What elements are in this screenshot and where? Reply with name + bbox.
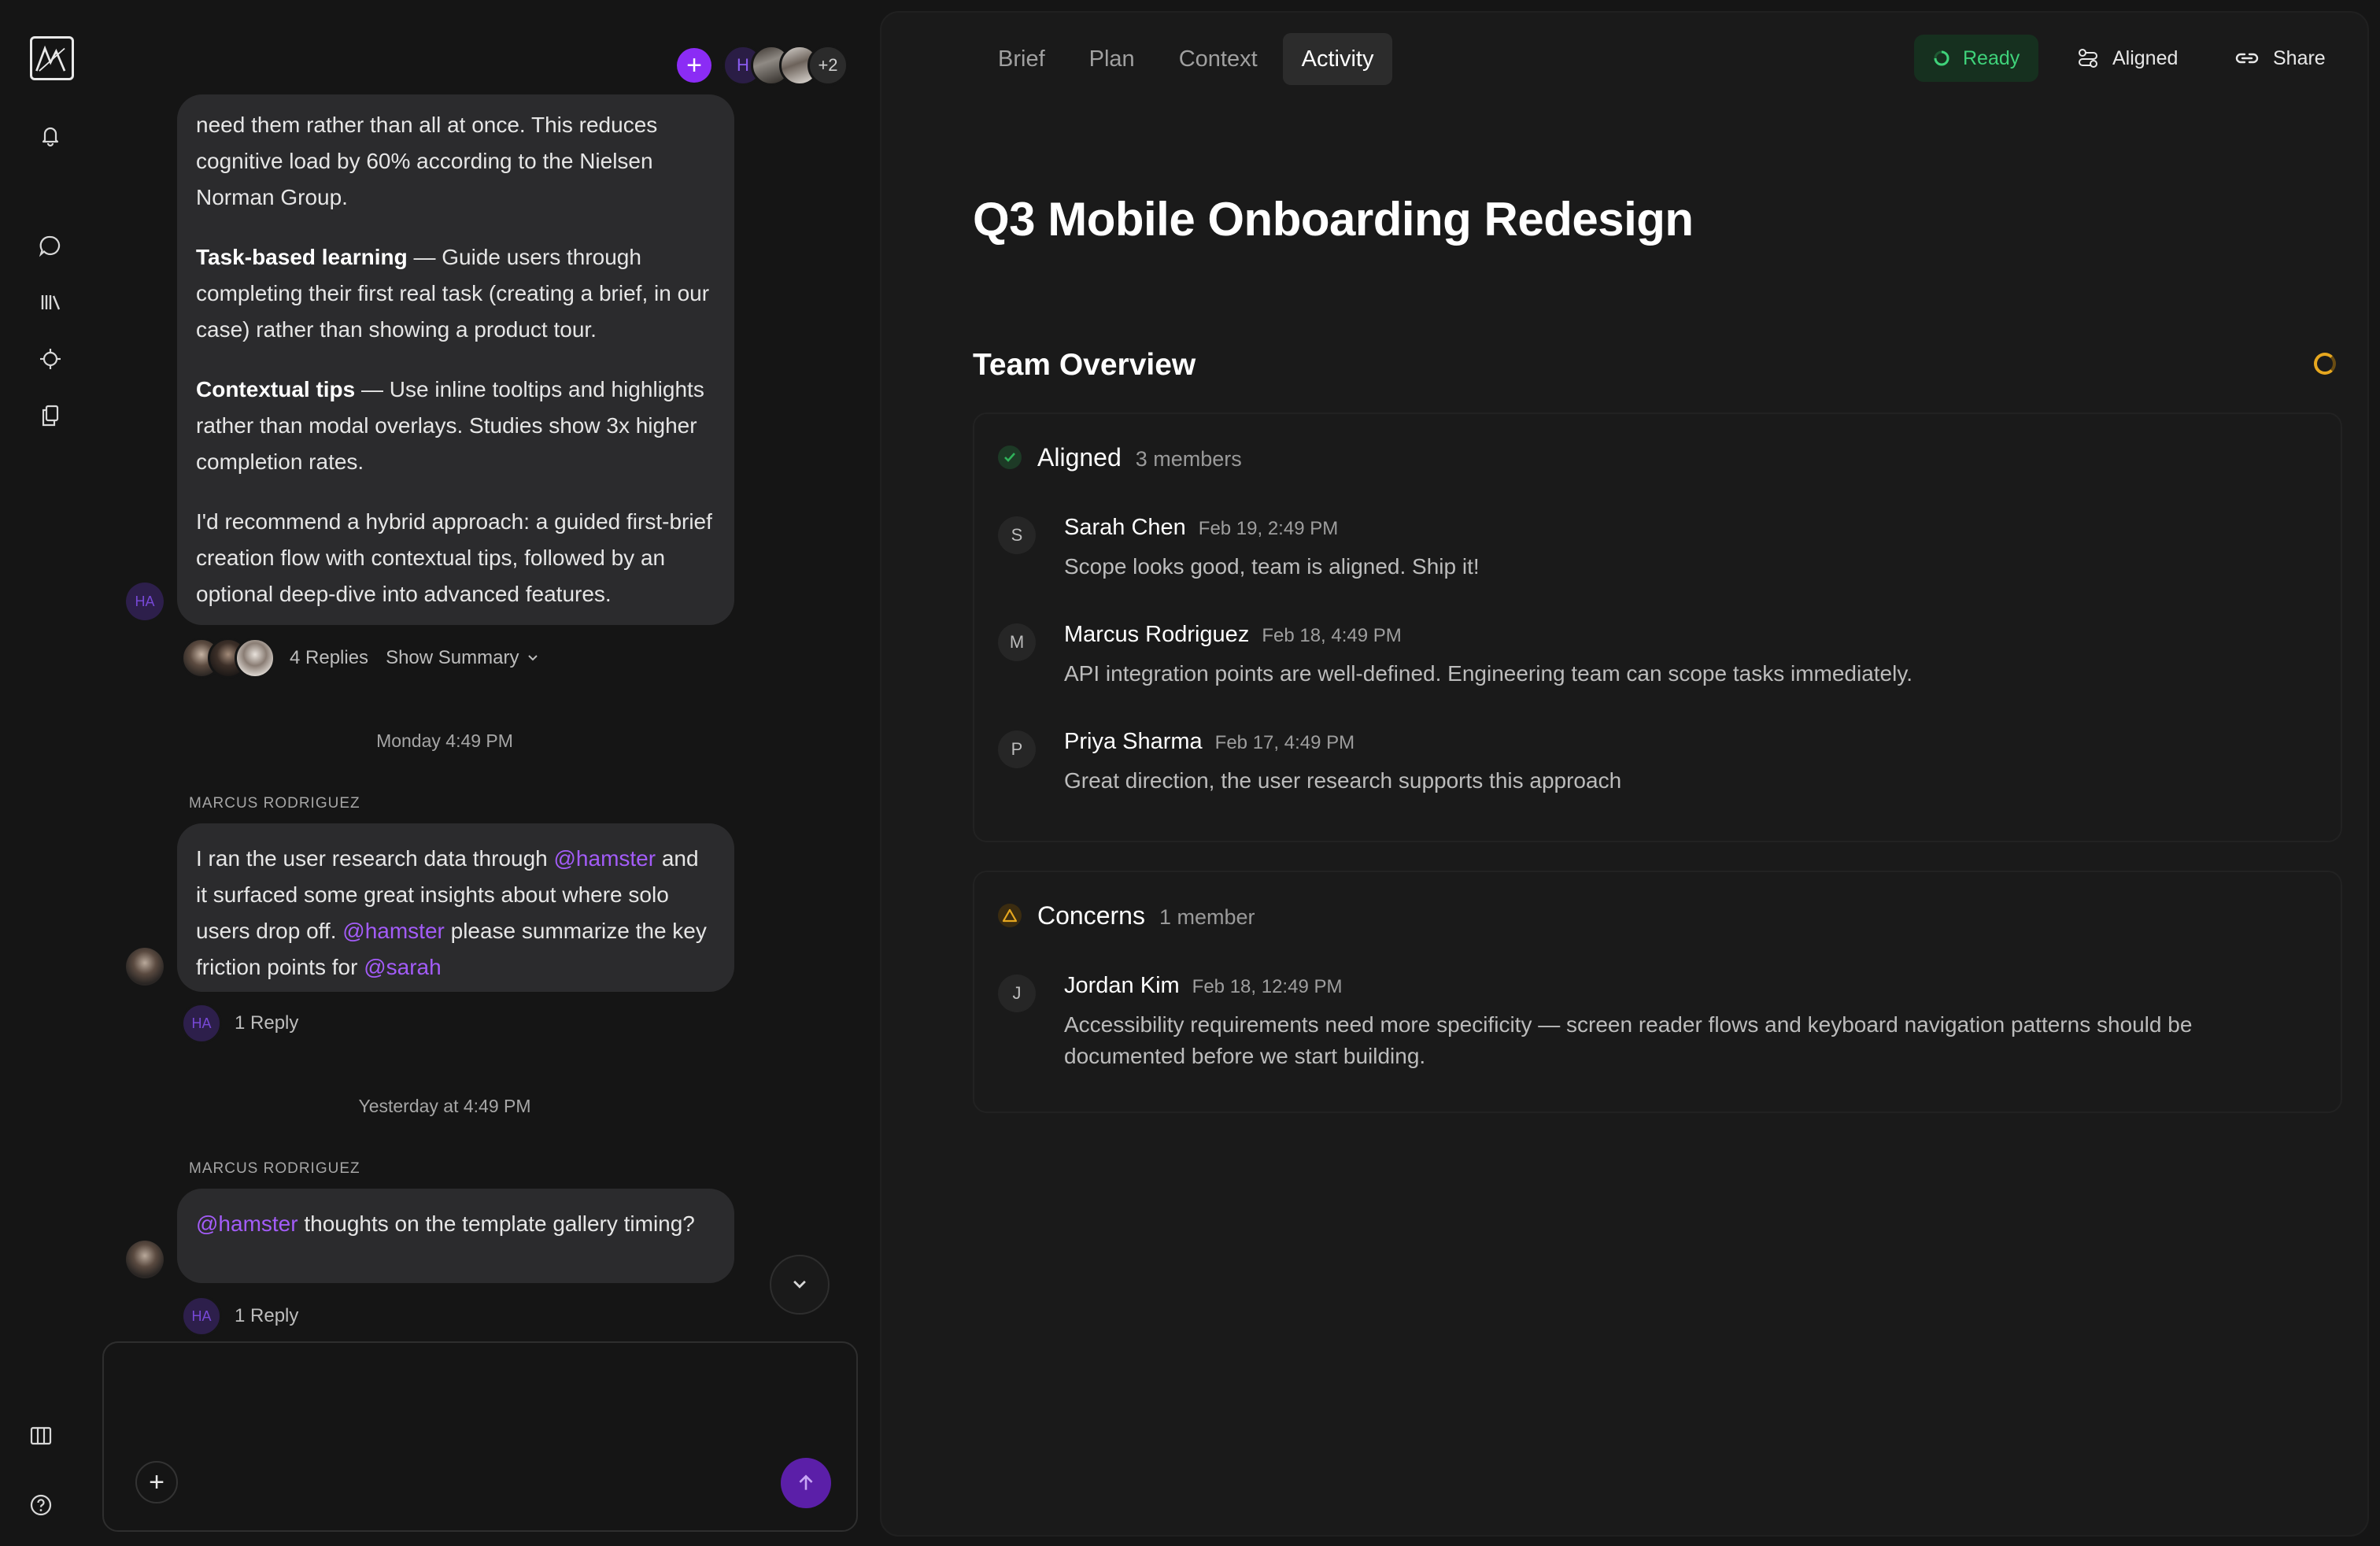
- concerns-group-card: Concerns 1 member J Jordan Kim Feb 18, 12…: [973, 871, 2342, 1113]
- avatar: [126, 948, 164, 986]
- documents-icon[interactable]: [31, 397, 69, 435]
- share-button[interactable]: Share: [2234, 35, 2326, 82]
- status-badge[interactable]: Ready: [1914, 35, 2039, 82]
- avatar: P: [998, 730, 1036, 768]
- document-panel: Brief Plan Context Activity Ready Aligne…: [880, 11, 2369, 1537]
- tab-activity[interactable]: Activity: [1282, 33, 1393, 85]
- arrow-up-icon: [799, 1474, 813, 1490]
- timestamp: Feb 18, 4:49 PM: [1262, 625, 1402, 646]
- replies-count[interactable]: 1 Reply: [235, 1305, 298, 1327]
- date-separator: Yesterday at 4:49 PM: [358, 1096, 531, 1116]
- chat-bubble-icon[interactable]: [31, 227, 69, 264]
- mention-link[interactable]: @sarah: [364, 955, 441, 979]
- avatar: M: [998, 623, 1036, 661]
- replies-count[interactable]: 4 Replies: [290, 647, 368, 669]
- message-paragraph: need them rather than all at once. This …: [196, 113, 658, 209]
- member-name: Priya Sharma: [1064, 729, 1203, 754]
- group-label: Concerns: [1037, 901, 1145, 930]
- sender-name: MARCUS RODRIGUEZ: [189, 795, 360, 812]
- page-title: Q3 Mobile Onboarding Redesign: [973, 193, 1694, 246]
- avatar: HA: [181, 1296, 222, 1337]
- timestamp: Feb 17, 4:49 PM: [1214, 732, 1355, 753]
- show-summary-button[interactable]: Show Summary: [386, 647, 519, 669]
- left-rail: [0, 0, 102, 1546]
- help-icon[interactable]: [22, 1486, 60, 1524]
- member-comment: Great direction, the user research suppo…: [1064, 768, 1622, 793]
- timestamp: Feb 19, 2:49 PM: [1198, 518, 1339, 539]
- send-button[interactable]: [781, 1458, 831, 1508]
- crosshair-icon[interactable]: [31, 340, 69, 378]
- member-name: Sarah Chen: [1064, 515, 1186, 540]
- group-label: Aligned: [1037, 443, 1122, 472]
- link-icon: [2235, 53, 2259, 64]
- avatar: [126, 1241, 164, 1278]
- chevron-down-icon: [528, 655, 538, 661]
- loading-spinner-icon: [2314, 353, 2336, 375]
- participants-avatars[interactable]: H +2: [722, 45, 848, 86]
- check-circle-icon: [998, 446, 1022, 469]
- sender-name: MARCUS RODRIGUEZ: [189, 1160, 360, 1177]
- message-paragraph: Contextual tips — Use inline tooltips an…: [196, 377, 704, 474]
- message-bubble: need them rather than all at once. This …: [177, 94, 734, 625]
- section-title: Team Overview: [973, 348, 1196, 382]
- date-separator: Monday 4:49 PM: [376, 730, 513, 751]
- group-count: 3 members: [1135, 447, 1242, 471]
- mention-link[interactable]: @hamster: [554, 846, 656, 871]
- progress-ring-icon: [1934, 50, 1949, 66]
- alignment-icon: [2079, 49, 2097, 68]
- tab-brief[interactable]: Brief: [979, 33, 1064, 85]
- mention-link[interactable]: @hamster: [342, 919, 445, 943]
- tab-context[interactable]: Context: [1160, 33, 1277, 85]
- thread-replies[interactable]: HA 1 Reply: [181, 1296, 298, 1337]
- avatar: S: [998, 516, 1036, 554]
- chat-panel: + H +2 need them rather than all at once…: [102, 0, 863, 1546]
- more-participants-count: +2: [808, 45, 848, 86]
- tab-plan[interactable]: Plan: [1070, 33, 1154, 85]
- doc-tabs: Brief Plan Context Activity: [979, 33, 1393, 85]
- avatar: HA: [181, 1003, 222, 1044]
- member-name: Marcus Rodriguez: [1064, 622, 1250, 647]
- aligned-button[interactable]: Aligned: [2076, 35, 2178, 82]
- message-paragraph: I'd recommend a hybrid approach: a guide…: [196, 509, 712, 606]
- group-header: Concerns 1 member: [1037, 901, 1255, 930]
- status-label: Ready: [1963, 46, 2020, 69]
- message-bubble: @hamster thoughts on the template galler…: [177, 1189, 734, 1283]
- library-icon[interactable]: [31, 283, 69, 321]
- message-paragraph: Task-based learning — Guide users throug…: [196, 245, 710, 342]
- avatar: J: [998, 975, 1036, 1012]
- message-bubble: I ran the user research data through @ha…: [177, 823, 734, 992]
- member-name: Jordan Kim: [1064, 973, 1180, 998]
- app-logo-icon[interactable]: [30, 36, 74, 80]
- warning-icon: [998, 904, 1022, 927]
- attach-button[interactable]: +: [135, 1461, 178, 1503]
- replies-count[interactable]: 1 Reply: [235, 1012, 298, 1034]
- chevron-down-icon: [793, 1280, 806, 1289]
- group-header: Aligned 3 members: [1037, 443, 1242, 472]
- aligned-group-card: Aligned 3 members S Sarah Chen Feb 19, 2:…: [973, 412, 2342, 842]
- thread-replies[interactable]: HA 1 Reply: [181, 1003, 298, 1044]
- avatar: HA: [126, 583, 164, 620]
- timestamp: Feb 18, 12:49 PM: [1192, 976, 1343, 997]
- avatar: [235, 638, 275, 679]
- mention-link[interactable]: @hamster: [196, 1211, 298, 1236]
- thread-replies[interactable]: 4 Replies Show Summary: [181, 638, 539, 679]
- member-comment: Scope looks good, team is aligned. Ship …: [1064, 554, 1480, 579]
- bell-icon[interactable]: [31, 117, 69, 154]
- member-comment: API integration points are well-defined.…: [1064, 661, 1913, 686]
- scroll-to-bottom-button[interactable]: [770, 1255, 830, 1315]
- group-count: 1 member: [1159, 905, 1255, 929]
- add-participant-button[interactable]: +: [677, 48, 711, 83]
- layout-panel-icon[interactable]: [22, 1417, 60, 1455]
- message-composer[interactable]: +: [102, 1341, 858, 1532]
- member-comment: Accessibility requirements need more spe…: [1064, 1012, 2193, 1068]
